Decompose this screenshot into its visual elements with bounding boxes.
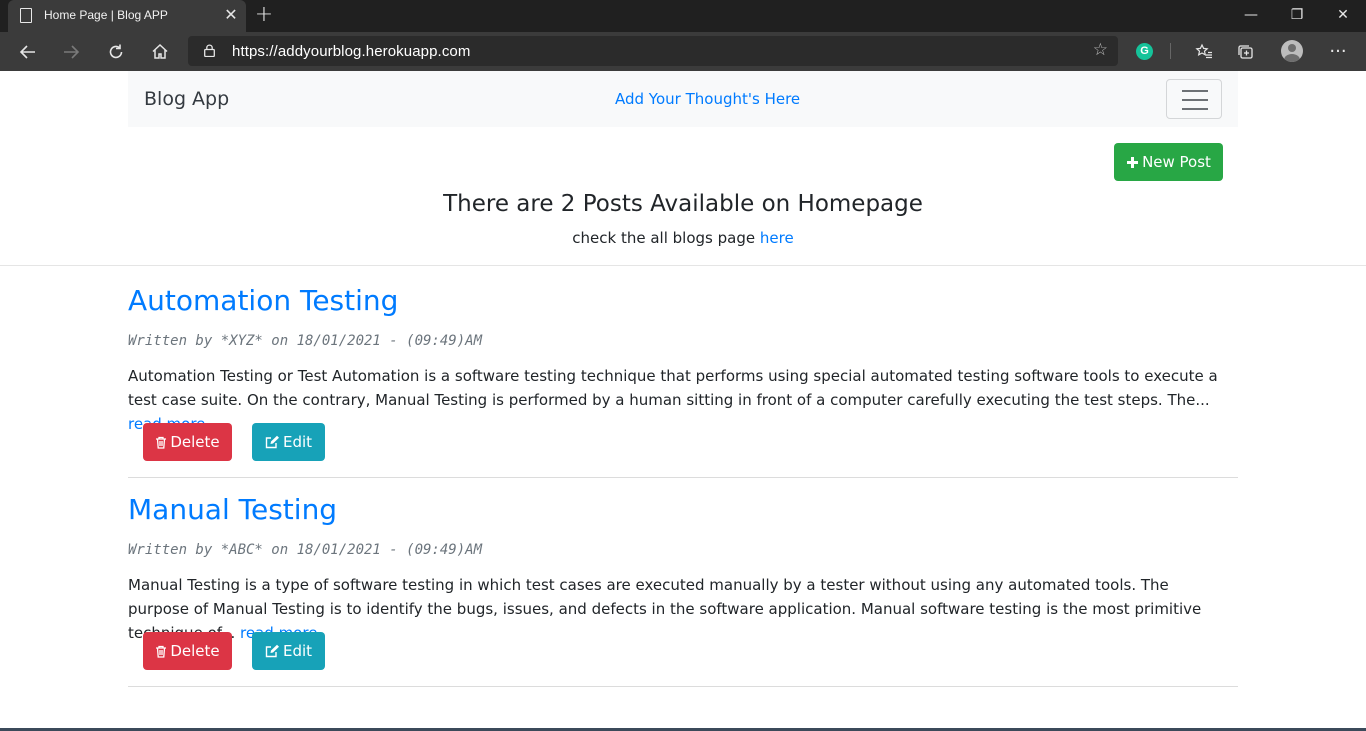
edit-button[interactable]: Edit (252, 423, 325, 461)
post-divider (128, 686, 1238, 687)
hamburger-icon (1182, 90, 1208, 92)
divider (0, 265, 1366, 266)
browser-tab-bar: Home Page | Blog APP ✕ + — ❐ ✕ (0, 0, 1366, 32)
edit-icon (265, 435, 279, 449)
more-icon[interactable]: ··· (1322, 36, 1354, 68)
forward-icon[interactable] (55, 36, 87, 68)
edit-button[interactable]: Edit (252, 632, 325, 670)
delete-button[interactable]: Delete (143, 423, 232, 461)
subtitle-text: check the all blogs page (572, 229, 760, 247)
site-navbar: Blog App Add Your Thought's Here (128, 71, 1238, 127)
trash-icon (156, 645, 167, 658)
tab-close-icon[interactable]: ✕ (222, 5, 240, 25)
browser-toolbar: https://addyourblog.herokuapp.com ☆ ··· (0, 32, 1366, 71)
edit-icon (265, 644, 279, 658)
maximize-button[interactable]: ❐ (1274, 0, 1320, 32)
page-icon (20, 8, 32, 23)
post-meta: Written by *ABC* on 18/01/2021 - (09:49)… (128, 542, 483, 558)
close-window-button[interactable]: ✕ (1320, 0, 1366, 32)
lock-icon (204, 44, 215, 57)
back-icon[interactable] (12, 36, 44, 68)
refresh-icon[interactable] (100, 36, 132, 68)
edit-label: Edit (282, 642, 313, 660)
all-blogs-link[interactable]: here (760, 229, 794, 247)
post-title[interactable]: Manual Testing (128, 493, 337, 526)
delete-label: Delete (170, 433, 220, 451)
delete-label: Delete (170, 642, 220, 660)
minimize-button[interactable]: — (1228, 0, 1274, 32)
delete-button[interactable]: Delete (143, 632, 232, 670)
address-bar[interactable]: https://addyourblog.herokuapp.com ☆ (188, 36, 1118, 66)
new-post-label: New Post (1142, 153, 1211, 171)
add-thought-link[interactable]: Add Your Thought's Here (615, 90, 800, 108)
browser-tab[interactable]: Home Page | Blog APP ✕ (8, 0, 246, 32)
post-excerpt-text: Automation Testing or Test Automation is… (128, 367, 1218, 409)
plus-icon (1127, 157, 1139, 168)
trash-icon (156, 436, 167, 449)
profile-avatar[interactable] (1281, 40, 1303, 62)
post-title[interactable]: Automation Testing (128, 284, 398, 317)
edit-label: Edit (282, 433, 313, 451)
collections-icon[interactable] (1230, 36, 1262, 68)
new-post-button[interactable]: New Post (1114, 143, 1223, 181)
home-icon[interactable] (144, 36, 176, 68)
navbar-brand[interactable]: Blog App (144, 88, 229, 110)
toolbar-divider (1170, 43, 1171, 59)
navbar-toggler-button[interactable] (1166, 79, 1222, 119)
favorites-icon[interactable] (1188, 36, 1220, 68)
favorite-star-icon[interactable]: ☆ (1093, 40, 1108, 60)
hamburger-icon-line (1182, 99, 1208, 101)
url-text: https://addyourblog.herokuapp.com (232, 43, 471, 60)
hamburger-icon-line (1182, 108, 1208, 110)
grammarly-icon[interactable]: G (1136, 43, 1153, 60)
new-tab-button[interactable]: + (252, 3, 276, 27)
page-subtitle: check the all blogs page here (0, 229, 1366, 247)
post-meta: Written by *XYZ* on 18/01/2021 - (09:49)… (128, 333, 483, 349)
page-content: Blog App Add Your Thought's Here New Pos… (0, 71, 1366, 731)
tab-title: Home Page | Blog APP (44, 8, 168, 22)
page-title: There are 2 Posts Available on Homepage (443, 191, 923, 217)
post-divider (128, 477, 1238, 478)
